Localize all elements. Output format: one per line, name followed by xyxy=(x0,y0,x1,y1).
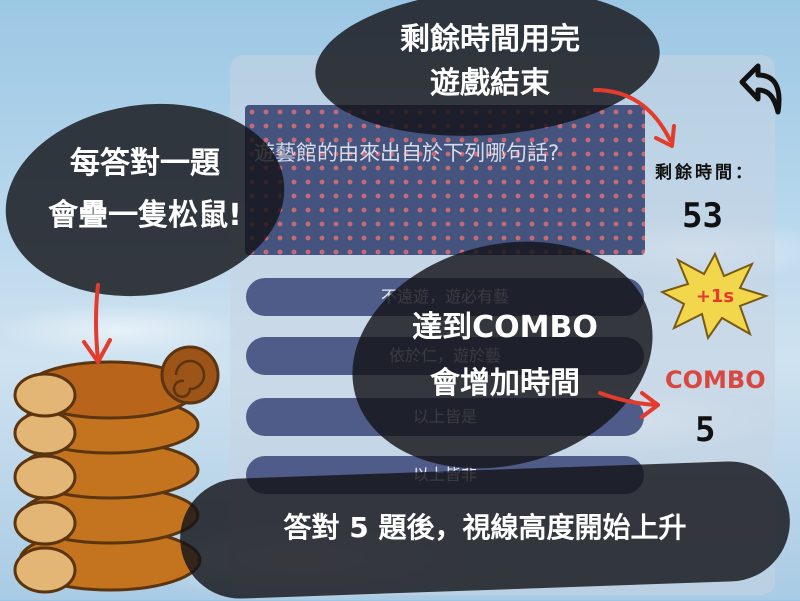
callout-view-rise: 答對 5 題後，視線高度開始上升 xyxy=(283,511,687,544)
arrow-to-combo-icon xyxy=(598,391,660,419)
arrow-to-timer-icon xyxy=(593,88,676,148)
combo-value: 5 xyxy=(695,410,716,450)
back-arrow-icon[interactable] xyxy=(728,60,788,120)
timer-label: 剩餘時間： xyxy=(655,163,755,183)
bonus-label: +1s xyxy=(696,286,734,307)
plus-one-second-burst: +1s xyxy=(660,251,770,340)
callout-stack: 每答對一題 會疊一隻松鼠! xyxy=(48,146,242,233)
arrow-to-squirrels-icon xyxy=(82,283,112,364)
question-text: 遊藝館的由來出自於下列哪句話? xyxy=(254,141,560,165)
timer-value: 53 xyxy=(682,196,723,236)
combo-label: COMBO xyxy=(665,366,766,394)
